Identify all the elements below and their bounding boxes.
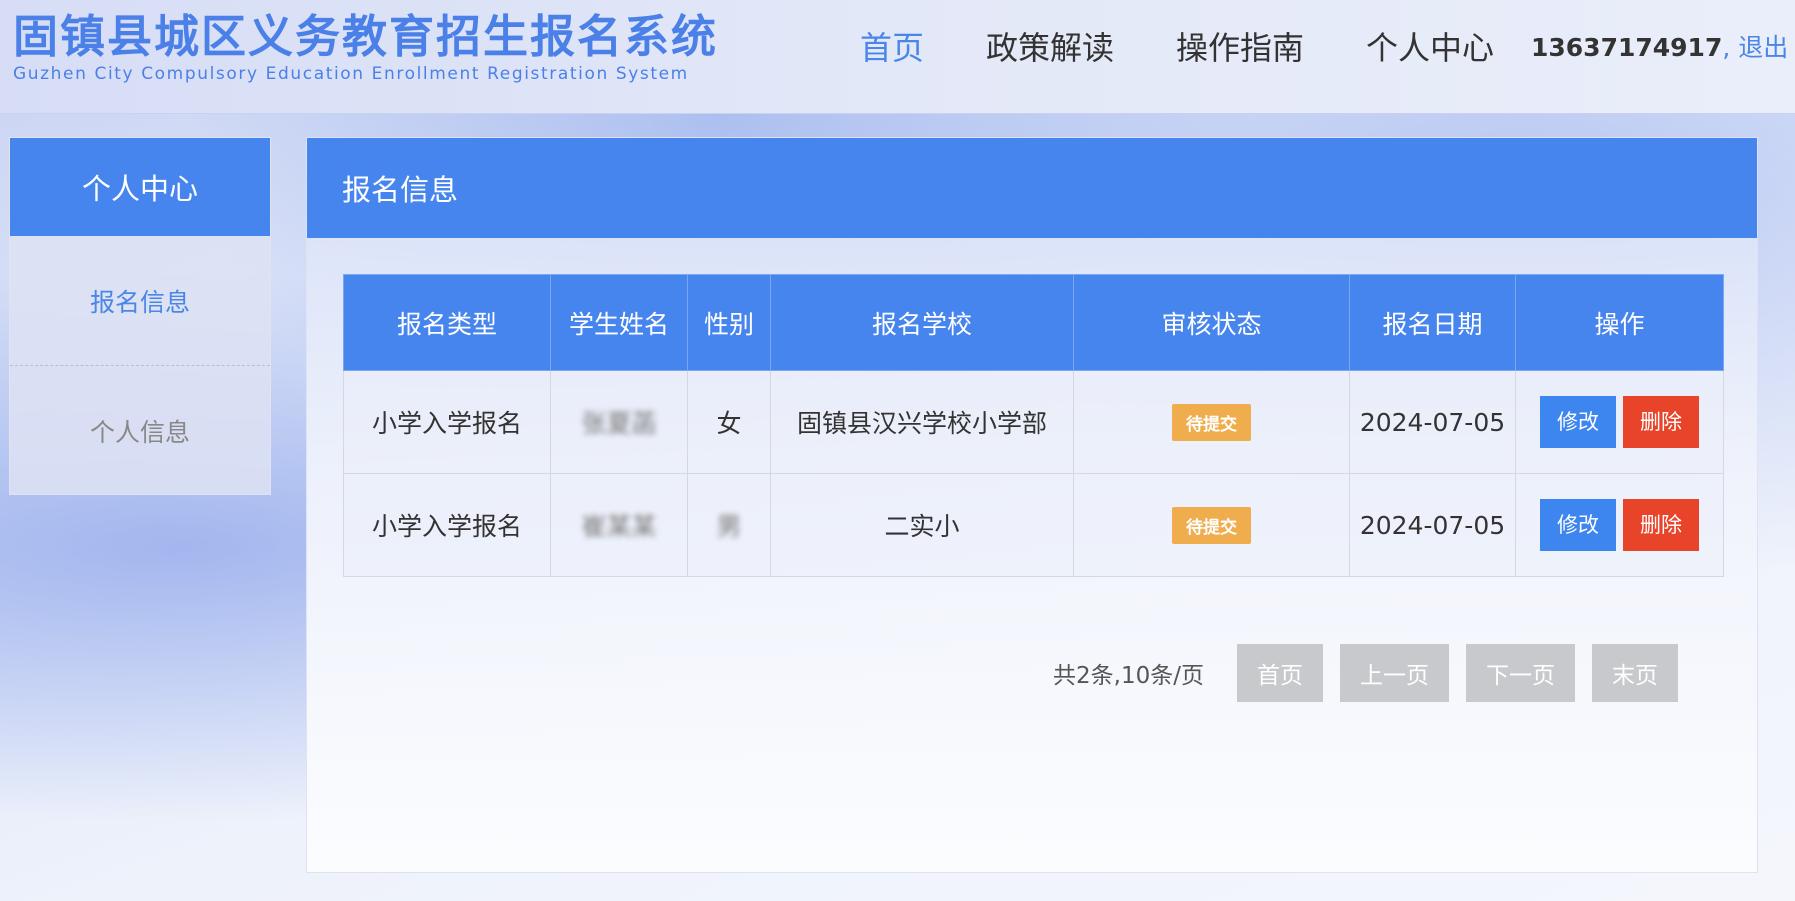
cell-gender: 男 bbox=[687, 473, 771, 577]
sidebar-item-personal-info[interactable]: 个人信息 bbox=[10, 366, 270, 496]
user-phone: 13637174917 bbox=[1531, 33, 1723, 62]
site-title: 固镇县城区义务教育招生报名系统 bbox=[13, 10, 719, 63]
column-header: 报名日期 bbox=[1349, 274, 1516, 371]
cell-type: 小学入学报名 bbox=[343, 370, 551, 474]
table-row: 小学入学报名 崔某某 男 二实小 待提交 2024-07-05 修改 删除 bbox=[343, 473, 1724, 577]
first-page-button[interactable]: 首页 bbox=[1237, 644, 1323, 702]
student-gender: 男 bbox=[716, 512, 742, 541]
column-header: 操作 bbox=[1515, 274, 1724, 371]
cell-date: 2024-07-05 bbox=[1349, 473, 1516, 577]
cell-actions: 修改 删除 bbox=[1515, 473, 1724, 577]
registration-table: 报名类型 学生姓名 性别 报名学校 审核状态 报名日期 操作 小学入学报名 张夏… bbox=[343, 274, 1724, 577]
edit-button[interactable]: 修改 bbox=[1540, 396, 1616, 448]
pagination-summary: 共2条,10条/页 bbox=[1053, 663, 1204, 689]
sidebar: 个人中心 报名信息 个人信息 bbox=[9, 137, 271, 495]
pagination: 共2条,10条/页 首页 上一页 下一页 末页 bbox=[307, 644, 1678, 702]
sidebar-title: 个人中心 bbox=[10, 138, 270, 236]
column-header: 审核状态 bbox=[1073, 274, 1350, 371]
logout-link[interactable]: 退出 bbox=[1738, 33, 1788, 62]
top-header: 固镇县城区义务教育招生报名系统 Guzhen City Compulsory E… bbox=[0, 0, 1795, 114]
nav-guide[interactable]: 操作指南 bbox=[1176, 26, 1304, 70]
panel-title: 报名信息 bbox=[307, 138, 1757, 238]
main-nav: 首页 政策解读 操作指南 个人中心 bbox=[860, 26, 1556, 70]
edit-button[interactable]: 修改 bbox=[1540, 499, 1616, 551]
student-name: 崔某某 bbox=[581, 512, 657, 541]
cell-actions: 修改 删除 bbox=[1515, 370, 1724, 474]
user-separator: , bbox=[1722, 33, 1731, 62]
delete-button[interactable]: 删除 bbox=[1623, 396, 1699, 448]
site-logo[interactable]: 固镇县城区义务教育招生报名系统 Guzhen City Compulsory E… bbox=[13, 10, 718, 84]
delete-button[interactable]: 删除 bbox=[1623, 499, 1699, 551]
column-header: 报名学校 bbox=[770, 274, 1074, 371]
table-row: 小学入学报名 张夏菡 女 固镇县汉兴学校小学部 待提交 2024-07-05 修… bbox=[343, 370, 1724, 474]
sidebar-item-registration-info[interactable]: 报名信息 bbox=[10, 236, 270, 366]
nav-policy[interactable]: 政策解读 bbox=[986, 26, 1114, 70]
user-box: 13637174917, 退出 bbox=[1531, 30, 1788, 66]
cell-gender: 女 bbox=[687, 370, 771, 474]
prev-page-button[interactable]: 上一页 bbox=[1340, 644, 1449, 702]
table-header-row: 报名类型 学生姓名 性别 报名学校 审核状态 报名日期 操作 bbox=[343, 274, 1724, 371]
cell-school: 固镇县汉兴学校小学部 bbox=[770, 370, 1074, 474]
cell-date: 2024-07-05 bbox=[1349, 370, 1516, 474]
cell-school: 二实小 bbox=[770, 473, 1074, 577]
cell-name: 张夏菡 bbox=[550, 370, 688, 474]
cell-status: 待提交 bbox=[1073, 370, 1350, 474]
cell-status: 待提交 bbox=[1073, 473, 1350, 577]
status-badge: 待提交 bbox=[1172, 403, 1251, 441]
nav-home[interactable]: 首页 bbox=[860, 26, 924, 70]
column-header: 性别 bbox=[687, 274, 771, 371]
column-header: 报名类型 bbox=[343, 274, 551, 371]
status-badge: 待提交 bbox=[1172, 506, 1251, 544]
column-header: 学生姓名 bbox=[550, 274, 688, 371]
site-subtitle: Guzhen City Compulsory Education Enrollm… bbox=[13, 64, 689, 84]
student-name: 张夏菡 bbox=[581, 409, 657, 438]
last-page-button[interactable]: 末页 bbox=[1592, 644, 1678, 702]
next-page-button[interactable]: 下一页 bbox=[1466, 644, 1575, 702]
cell-type: 小学入学报名 bbox=[343, 473, 551, 577]
cell-name: 崔某某 bbox=[550, 473, 688, 577]
nav-personal-center[interactable]: 个人中心 bbox=[1366, 26, 1494, 70]
main-panel: 报名信息 报名类型 学生姓名 性别 报名学校 审核状态 报名日期 操作 小学入学… bbox=[306, 137, 1758, 873]
